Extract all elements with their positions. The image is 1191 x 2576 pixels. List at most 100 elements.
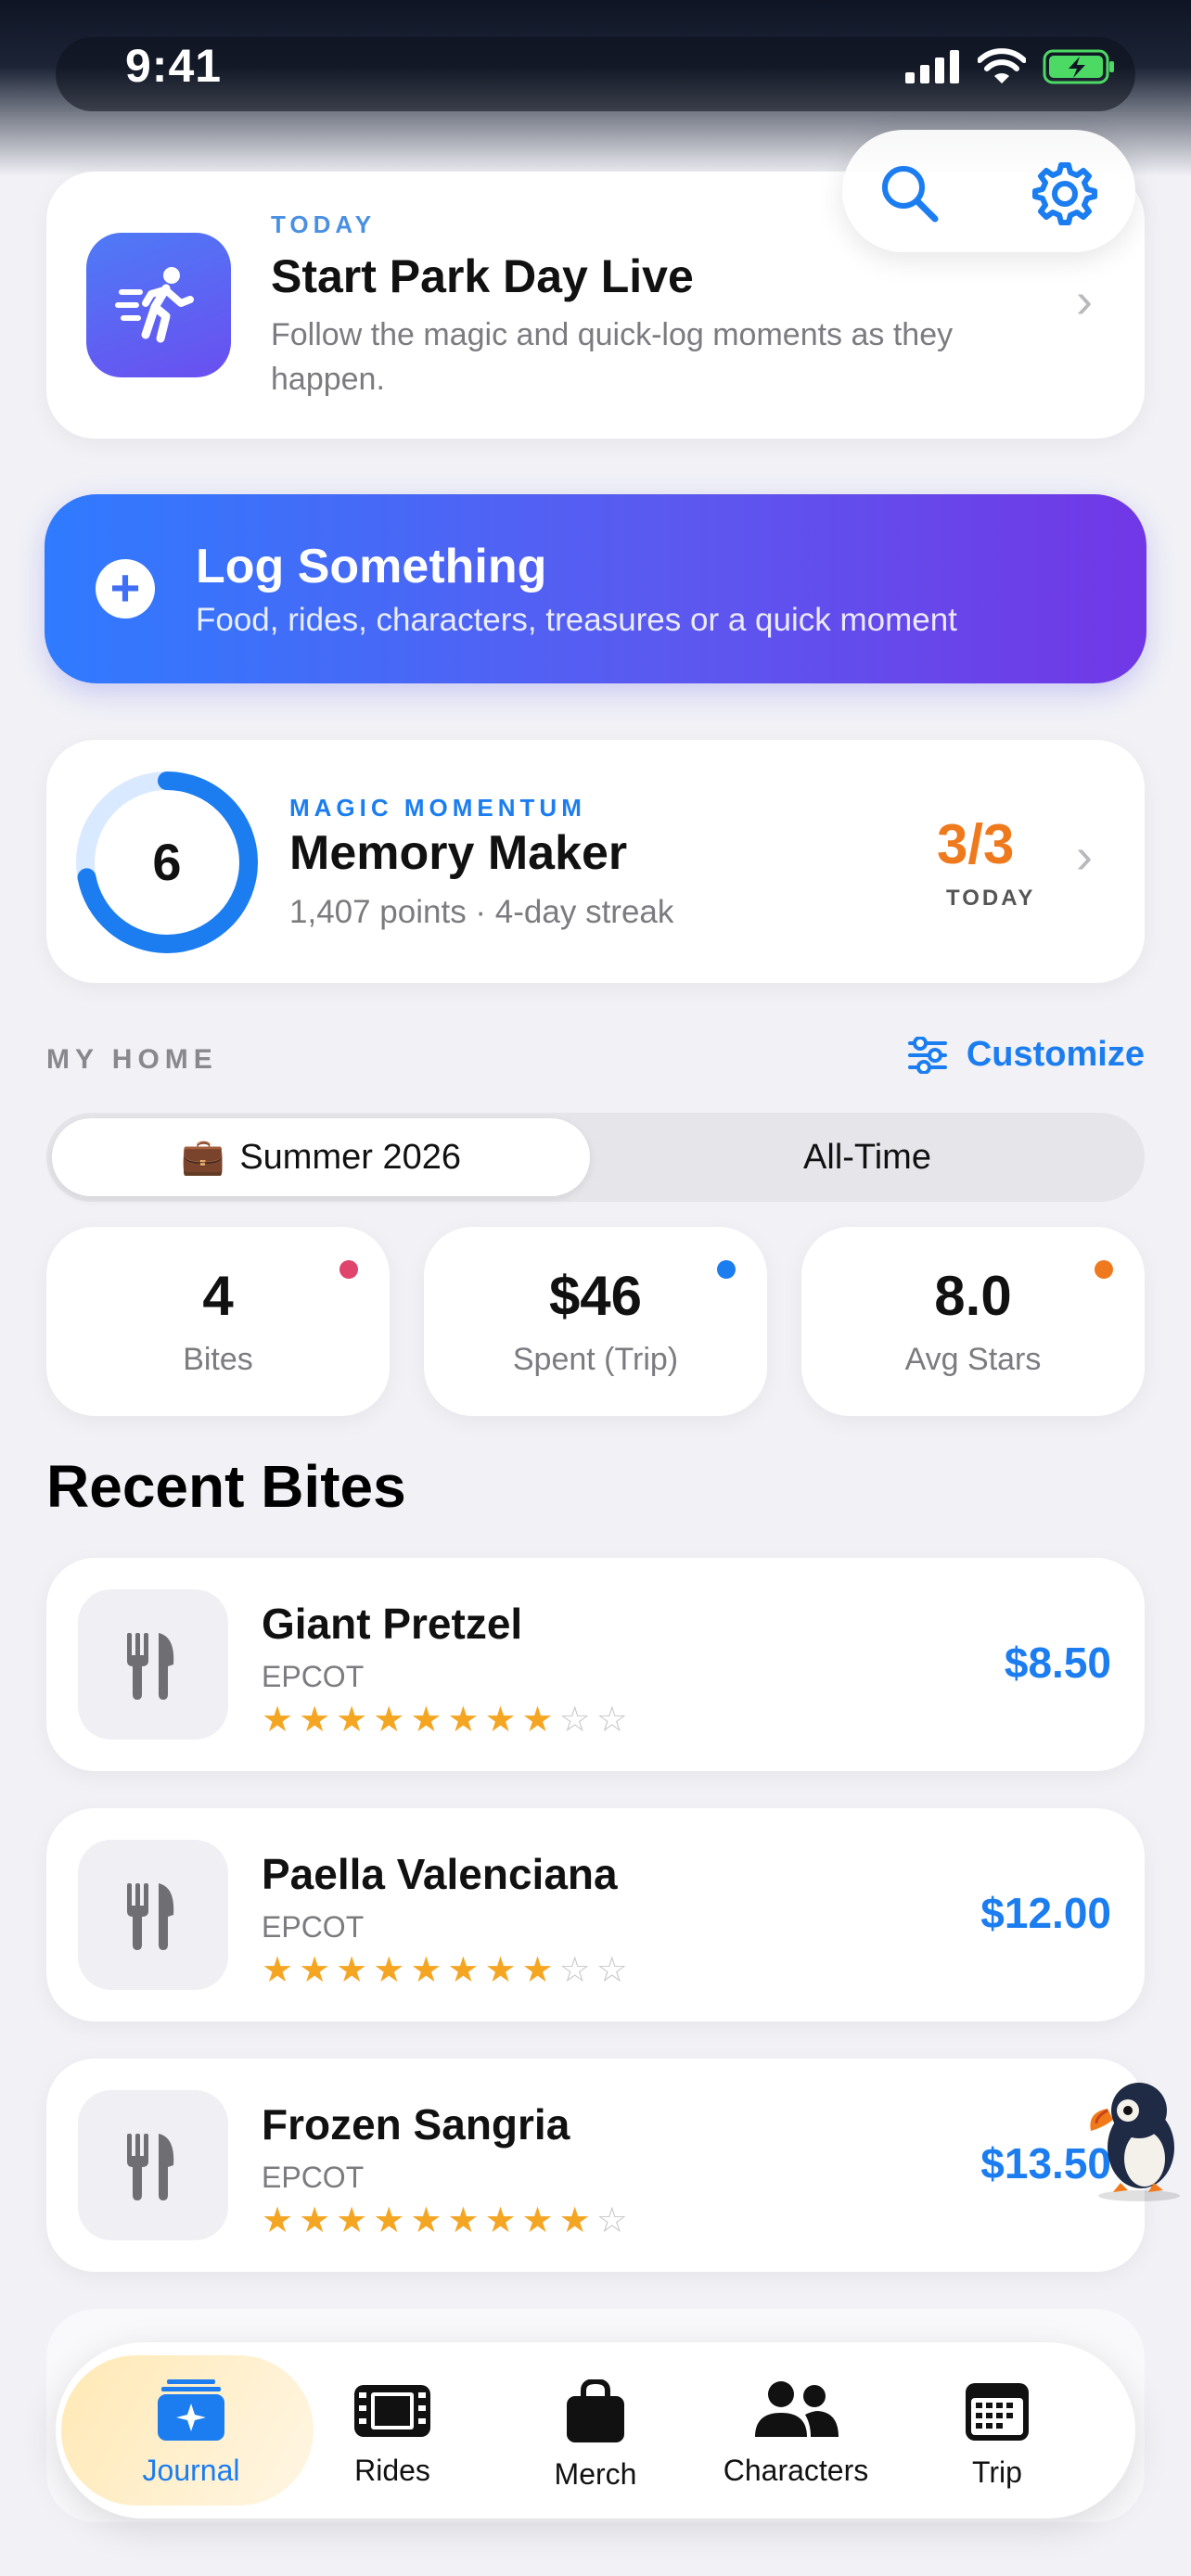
segment-label: Summer 2026 [239, 1137, 461, 1177]
stat-card-bites[interactable]: 4 Bites [46, 1227, 390, 1416]
log-something-button[interactable]: + Log Something Food, rides, characters,… [45, 494, 1146, 683]
gear-icon[interactable] [1031, 159, 1098, 226]
tab-label: Trip [972, 2455, 1022, 2489]
star-filled-icon: ★ [262, 1701, 300, 1740]
wifi-icon [978, 48, 1026, 83]
fork-knife-icon [78, 2090, 228, 2240]
puffin-mascot-icon[interactable] [1083, 2073, 1191, 2203]
sliders-icon [907, 1036, 947, 1074]
tab-label: Journal [142, 2454, 240, 2487]
bite-park: EPCOT [262, 1910, 365, 1944]
star-filled-icon: ★ [484, 1951, 522, 1990]
tab-label: Rides [354, 2454, 430, 2487]
star-filled-icon: ★ [299, 2201, 337, 2240]
tab-bar: Journal Rides Merch Characters Trip [56, 2342, 1135, 2519]
star-filled-icon: ★ [521, 1951, 559, 1990]
momentum-subtitle: 1,407 points · 4-day streak [289, 894, 674, 930]
log-something-title: Log Something [196, 540, 547, 593]
bag-icon [567, 2379, 624, 2442]
bite-row[interactable]: Giant Pretzel EPCOT ★★★★★★★★☆☆ $8.50 [46, 1558, 1145, 1771]
star-filled-icon: ★ [373, 2201, 411, 2240]
star-filled-icon: ★ [484, 1701, 522, 1740]
stat-value: 8.0 [934, 1265, 1012, 1327]
star-filled-icon: ★ [447, 1951, 485, 1990]
fork-knife-icon [78, 1589, 228, 1740]
momentum-daily-label: TODAY [946, 886, 1036, 911]
bite-row[interactable]: Paella Valenciana EPCOT ★★★★★★★★☆☆ $12.0… [46, 1808, 1145, 2021]
star-filled-icon: ★ [447, 1701, 485, 1740]
bite-name: Giant Pretzel [262, 1600, 523, 1648]
momentum-level: 6 [152, 833, 182, 891]
star-filled-icon: ★ [336, 1951, 374, 1990]
star-filled-icon: ★ [521, 2201, 559, 2240]
battery-charging-icon [1043, 49, 1114, 84]
segment-all-time[interactable]: All-Time [596, 1118, 1139, 1196]
star-filled-icon: ★ [410, 1701, 448, 1740]
status-icons [905, 45, 1117, 89]
tab-characters[interactable]: Characters [703, 2379, 889, 2488]
stat-label: Bites [183, 1342, 253, 1377]
runner-icon [115, 267, 194, 343]
chevron-right-icon: › [1076, 828, 1093, 884]
star-filled-icon: ★ [336, 1701, 374, 1740]
star-rating: ★★★★★★★★☆☆ [262, 1699, 634, 1741]
stat-value: $46 [548, 1265, 643, 1327]
bite-price: $8.50 [1004, 1639, 1111, 1687]
star-rating: ★★★★★★★★★☆ [262, 2200, 634, 2241]
star-empty-icon: ☆ [596, 1951, 634, 1990]
bite-row[interactable]: Frozen Sangria EPCOT ★★★★★★★★★☆ $13.50 [46, 2059, 1145, 2272]
status-time: 9:41 [125, 40, 223, 92]
bite-name: Paella Valenciana [262, 1850, 618, 1898]
stat-label: Spent (Trip) [512, 1342, 679, 1377]
tab-label: Characters [723, 2454, 869, 2487]
momentum-daily-count: 3/3 [937, 813, 1015, 875]
fork-knife-icon [78, 1840, 228, 1990]
star-filled-icon: ★ [373, 1951, 411, 1990]
recent-bites-heading: Recent Bites [46, 1453, 406, 1520]
stat-value: 4 [202, 1265, 234, 1327]
cellular-signal-icon [905, 50, 959, 83]
stat-card-spent[interactable]: $46 Spent (Trip) [424, 1227, 767, 1416]
park-day-title: Start Park Day Live [271, 250, 694, 302]
star-empty-icon: ☆ [558, 1701, 596, 1740]
search-icon[interactable] [877, 161, 941, 224]
bite-park: EPCOT [262, 2161, 365, 2194]
star-filled-icon: ★ [299, 1701, 337, 1740]
tab-rides[interactable]: Rides [300, 2379, 485, 2488]
star-rating: ★★★★★★★★☆☆ [262, 1949, 634, 1991]
tab-merch[interactable]: Merch [503, 2379, 688, 2492]
star-filled-icon: ★ [373, 1701, 411, 1740]
star-filled-icon: ★ [447, 2201, 485, 2240]
segment-label: All-Time [803, 1137, 931, 1177]
plus-icon: + [96, 559, 155, 618]
stat-card-avg-stars[interactable]: 8.0 Avg Stars [801, 1227, 1145, 1416]
bite-price: $12.00 [980, 1889, 1111, 1937]
segment-summer-2026[interactable]: 💼 Summer 2026 [52, 1118, 590, 1196]
top-actions-pill [842, 130, 1135, 252]
log-something-subtitle: Food, rides, characters, treasures or a … [196, 602, 957, 638]
star-filled-icon: ★ [484, 2201, 522, 2240]
star-filled-icon: ★ [262, 1951, 300, 1990]
star-empty-icon: ☆ [558, 1951, 596, 1990]
momentum-eyebrow: MAGIC MOMENTUM [289, 794, 586, 822]
chevron-right-icon: › [1076, 273, 1093, 328]
customize-button[interactable]: Customize [907, 1035, 1145, 1075]
star-filled-icon: ★ [410, 1951, 448, 1990]
star-empty-icon: ☆ [596, 2201, 634, 2240]
momentum-title: Memory Maker [289, 826, 628, 880]
star-empty-icon: ☆ [596, 1701, 634, 1740]
my-home-label: MY HOME [46, 1044, 218, 1075]
park-day-subtitle: Follow the magic and quick-log moments a… [271, 317, 954, 397]
star-filled-icon: ★ [410, 2201, 448, 2240]
star-filled-icon: ★ [558, 2201, 596, 2240]
star-filled-icon: ★ [299, 1951, 337, 1990]
bite-park: EPCOT [262, 1660, 365, 1693]
tab-label: Merch [554, 2457, 637, 2491]
star-filled-icon: ★ [521, 1701, 559, 1740]
people-icon [755, 2381, 839, 2437]
calendar-icon [966, 2383, 1029, 2441]
magic-momentum-card[interactable]: 6 MAGIC MOMENTUM Memory Maker 1,407 poin… [46, 740, 1145, 983]
park-day-eyebrow: TODAY [271, 210, 377, 238]
tab-journal[interactable]: Journal [98, 2379, 284, 2488]
tab-trip[interactable]: Trip [904, 2379, 1090, 2490]
